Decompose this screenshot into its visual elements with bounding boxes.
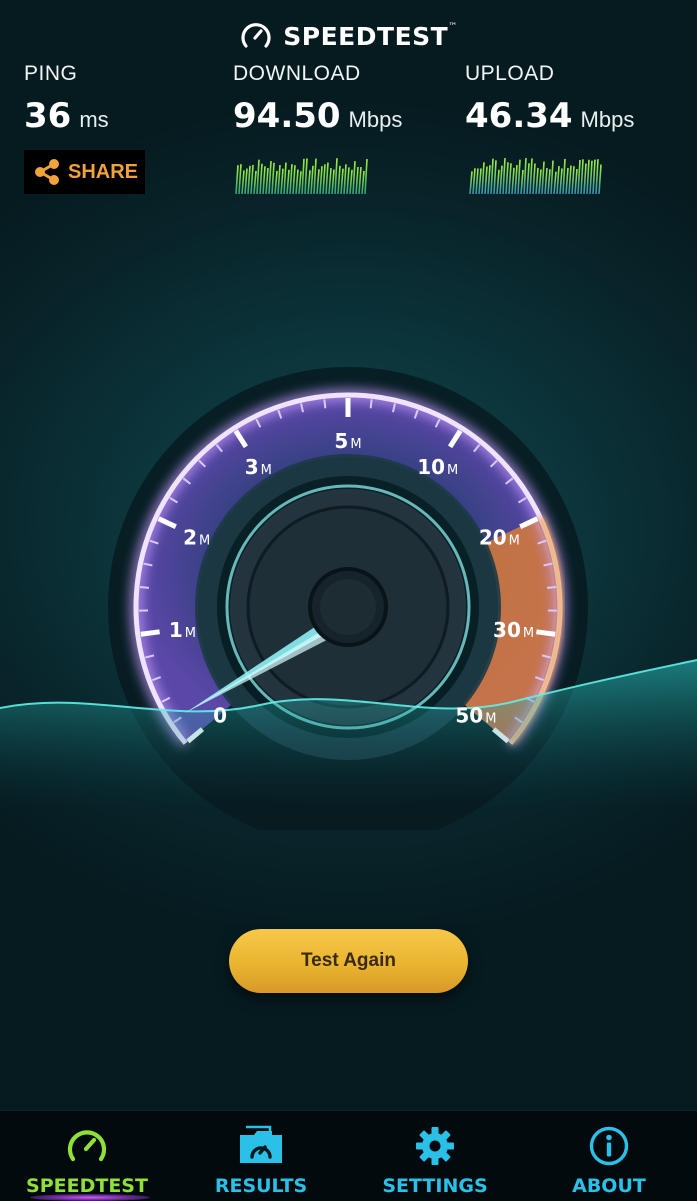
speedometer-logo-icon <box>239 19 273 53</box>
upload-speed-graph <box>467 156 603 194</box>
download-speed-graph <box>233 156 369 194</box>
trademark-mark: ™ <box>448 22 458 32</box>
gauge-minor-tick <box>324 399 325 408</box>
gear-icon <box>414 1125 456 1167</box>
nav-item-results[interactable]: RESULTS <box>174 1111 348 1201</box>
share-icon <box>34 158 60 186</box>
app-title-text: SPEEDTEST <box>283 22 448 51</box>
ping-stat: PING 36 ms <box>24 62 109 136</box>
nav-item-settings[interactable]: SETTINGS <box>348 1111 522 1201</box>
results-folder-icon <box>238 1125 284 1167</box>
upload-unit: Mbps <box>581 107 635 132</box>
gauge-minor-tick <box>547 587 556 588</box>
download-unit: Mbps <box>349 107 403 132</box>
bottom-nav: SPEEDTEST RESULTS SETTINGS <box>0 1110 697 1201</box>
app-header: SPEEDTEST™ <box>0 14 697 58</box>
download-label: DOWNLOAD <box>233 62 402 86</box>
nav-item-about[interactable]: ABOUT <box>522 1111 696 1201</box>
ping-value-row: 36 ms <box>24 96 109 136</box>
nav-label-about: ABOUT <box>572 1175 646 1197</box>
share-button[interactable]: SHARE <box>24 150 145 194</box>
speedometer-gauge: 01M2M3M5M10M20M30M50M <box>0 330 697 830</box>
upload-label: UPLOAD <box>465 62 634 86</box>
share-label: SHARE <box>68 161 138 184</box>
download-value: 94.50 <box>233 96 341 136</box>
ping-label: PING <box>24 62 109 86</box>
info-icon <box>588 1125 630 1167</box>
gauge-major-tick <box>536 632 555 634</box>
gauge-minor-tick <box>371 399 372 408</box>
download-value-row: 94.50 Mbps <box>233 96 402 136</box>
gauge-tick-label: 0 <box>213 703 227 727</box>
upload-value-row: 46.34 Mbps <box>465 96 634 136</box>
gauge-minor-tick <box>140 587 149 588</box>
speedometer-icon <box>65 1125 109 1167</box>
nav-item-speedtest[interactable]: SPEEDTEST <box>0 1111 174 1201</box>
download-stat: DOWNLOAD 94.50 Mbps <box>233 62 402 136</box>
upload-stat: UPLOAD 46.34 Mbps <box>465 62 634 136</box>
app-title: SPEEDTEST™ <box>283 22 457 51</box>
ping-value: 36 <box>24 96 71 136</box>
nav-label-settings: SETTINGS <box>382 1175 487 1197</box>
ping-unit: ms <box>79 107 108 132</box>
test-again-button[interactable]: Test Again <box>229 929 468 993</box>
nav-label-results: RESULTS <box>215 1175 307 1197</box>
gauge-major-tick <box>141 632 160 634</box>
upload-value: 46.34 <box>465 96 573 136</box>
